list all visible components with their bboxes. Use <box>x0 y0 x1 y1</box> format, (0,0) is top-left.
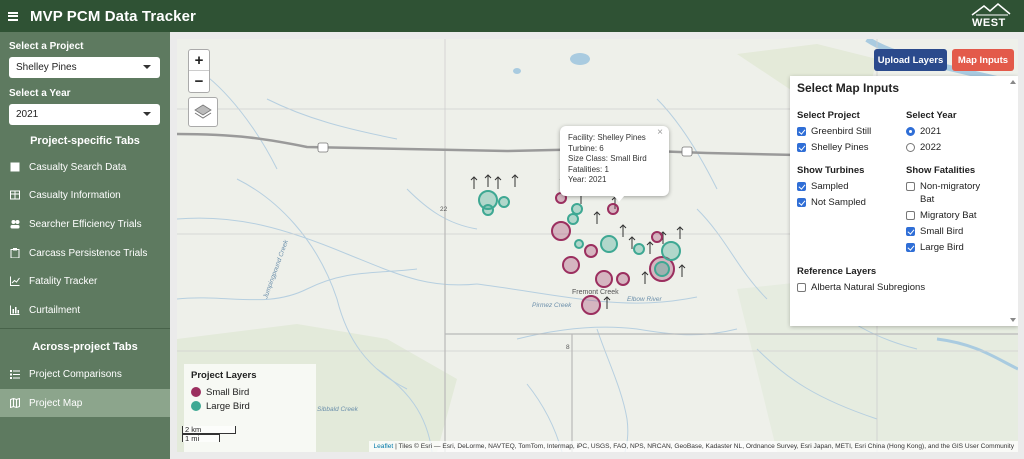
table-icon <box>10 190 20 200</box>
project-checkbox-greenbird-still[interactable]: Greenbird Still <box>797 126 871 137</box>
town-label: Fremont Creek <box>572 289 619 296</box>
project-select-label: Select a Project <box>9 41 84 52</box>
map-container: 22 8 Fremont Creek Elbow River Pirmez Cr… <box>170 32 1024 459</box>
reference-checkbox-alberta-subregions[interactable]: Alberta Natural Subregions <box>797 282 925 293</box>
app-header: MVP PCM Data Tracker WEST <box>0 0 1024 32</box>
turbine-checkbox-sampled[interactable]: Sampled <box>797 181 849 192</box>
fatality-checkbox-non-migratory-bat[interactable]: Non-migratory <box>906 181 980 192</box>
popup-turbine: Turbine: 6 <box>568 143 604 153</box>
panel-scrollbar[interactable] <box>1010 76 1016 326</box>
project-map[interactable]: 22 8 Fremont Creek Elbow River Pirmez Cr… <box>177 39 1018 452</box>
checkbox-icon <box>797 283 806 292</box>
year-radio-2021[interactable]: 2021 <box>906 126 941 137</box>
sidebar-item-carcass-persistence-trials[interactable]: Carcass Persistence Trials <box>0 239 170 267</box>
zoom-in-button[interactable]: + <box>189 50 209 71</box>
sidebar-item-fatality-tracker[interactable]: Fatality Tracker <box>0 267 170 295</box>
map-inputs-button[interactable]: Map Inputs <box>952 49 1014 71</box>
creek1-label: Pirmez Creek <box>532 302 572 309</box>
bar-chart-icon <box>10 305 20 315</box>
upload-layers-button[interactable]: Upload Layers <box>874 49 947 71</box>
zoom-control: + − <box>188 49 210 93</box>
fatality-label-bat: Bat <box>920 194 935 205</box>
map-attribution: Leaflet | Tiles © Esri — Esri, DeLorme, … <box>369 441 1018 452</box>
layers-button[interactable] <box>188 97 218 127</box>
year-select-value: 2021 <box>16 109 39 120</box>
checkbox-icon <box>797 143 806 152</box>
scale-bar: 2 km 1 mi <box>182 426 236 443</box>
map-inputs-title: Select Map Inputs <box>797 81 900 95</box>
sidebar: Select a Project Shelley Pines Select a … <box>0 32 170 459</box>
scroll-down-icon <box>1010 318 1016 322</box>
section-across-project: Across-project Tabs <box>32 341 138 353</box>
popup-tip <box>613 195 625 202</box>
scale-mi: 1 mi <box>182 434 220 443</box>
checkbox-icon <box>906 243 915 252</box>
checkbox-icon <box>906 227 915 236</box>
leaflet-link[interactable]: Leaflet <box>373 443 393 450</box>
show-turbines-heading: Show Turbines <box>797 165 865 176</box>
river-label: Elbow River <box>627 296 663 303</box>
clipboard-icon <box>10 248 20 259</box>
project-checkbox-shelley-pines[interactable]: Shelley Pines <box>797 142 869 153</box>
sidebar-item-project-comparisons[interactable]: Project Comparisons <box>0 360 170 388</box>
menu-icon[interactable] <box>8 11 18 21</box>
legend-item-large-bird: Large Bird <box>191 399 309 413</box>
checkbox-icon <box>797 127 806 136</box>
checkbox-icon <box>797 182 806 191</box>
list-icon <box>10 369 20 379</box>
zoom-out-button[interactable]: − <box>189 71 209 92</box>
users-icon <box>10 219 20 229</box>
chevron-down-icon <box>143 65 151 69</box>
large-bird-swatch <box>191 401 201 411</box>
scroll-up-icon <box>1010 80 1016 84</box>
small-bird-swatch <box>191 387 201 397</box>
popup-close-button[interactable]: × <box>657 127 663 139</box>
year-radio-2022[interactable]: 2022 <box>906 142 941 153</box>
creek3-label: Sibbald Creek <box>317 406 359 413</box>
sidebar-item-searcher-efficiency-trials[interactable]: Searcher Efficiency Trials <box>0 210 170 238</box>
fatality-checkbox-migratory-bat[interactable]: Migratory Bat <box>906 210 977 221</box>
reference-layers-heading: Reference Layers <box>797 266 877 277</box>
checkbox-icon <box>906 211 915 220</box>
legend-title: Project Layers <box>191 370 257 381</box>
sidebar-item-project-map[interactable]: Project Map <box>0 389 170 417</box>
square-icon <box>10 162 20 172</box>
year-select[interactable]: 2021 <box>9 104 160 125</box>
radio-icon <box>906 143 915 152</box>
checkbox-icon <box>797 198 806 207</box>
map-icon <box>10 397 20 409</box>
legend-item-small-bird: Small Bird <box>191 385 309 399</box>
select-project-heading: Select Project <box>797 110 860 121</box>
sidebar-item-curtailment[interactable]: Curtailment <box>0 296 170 324</box>
show-fatalities-heading: Show Fatalities <box>906 165 976 176</box>
map-inputs-panel: Select Map Inputs Select Project Greenbi… <box>790 76 1018 326</box>
sidebar-divider <box>0 328 170 329</box>
section-project-specific: Project-specific Tabs <box>30 135 140 147</box>
project-select-value: Shelley Pines <box>16 62 77 73</box>
popup-facility: Facility: Shelley Pines <box>568 133 646 142</box>
hwy8-label: 8 <box>566 344 570 351</box>
fatality-checkbox-large-bird[interactable]: Large Bird <box>906 242 964 253</box>
map-popup: × Facility: Shelley Pines Turbine: 6 Siz… <box>560 126 669 196</box>
popup-year: Year: 2021 <box>568 175 607 184</box>
year-select-label: Select a Year <box>9 88 71 99</box>
west-logo: WEST <box>970 3 1014 29</box>
sidebar-item-casualty-search-data[interactable]: Casualty Search Data <box>0 153 170 181</box>
popup-fatalities: Fatalities: 1 <box>568 164 609 174</box>
layers-icon <box>194 104 212 119</box>
select-year-heading: Select Year <box>906 110 957 121</box>
radio-icon <box>906 127 915 136</box>
chevron-down-icon <box>143 112 151 116</box>
fatality-checkbox-small-bird[interactable]: Small Bird <box>906 226 963 237</box>
hwy22-label: 22 <box>440 206 448 213</box>
line-chart-icon <box>10 276 20 286</box>
turbine-checkbox-not-sampled[interactable]: Not Sampled <box>797 197 866 208</box>
scale-km: 2 km <box>182 426 236 434</box>
checkbox-icon <box>906 182 915 191</box>
app-title: MVP PCM Data Tracker <box>30 7 196 25</box>
project-select[interactable]: Shelley Pines <box>9 57 160 78</box>
popup-size-class: Size Class: Small Bird <box>568 154 647 163</box>
sidebar-item-casualty-information[interactable]: Casualty Information <box>0 181 170 209</box>
